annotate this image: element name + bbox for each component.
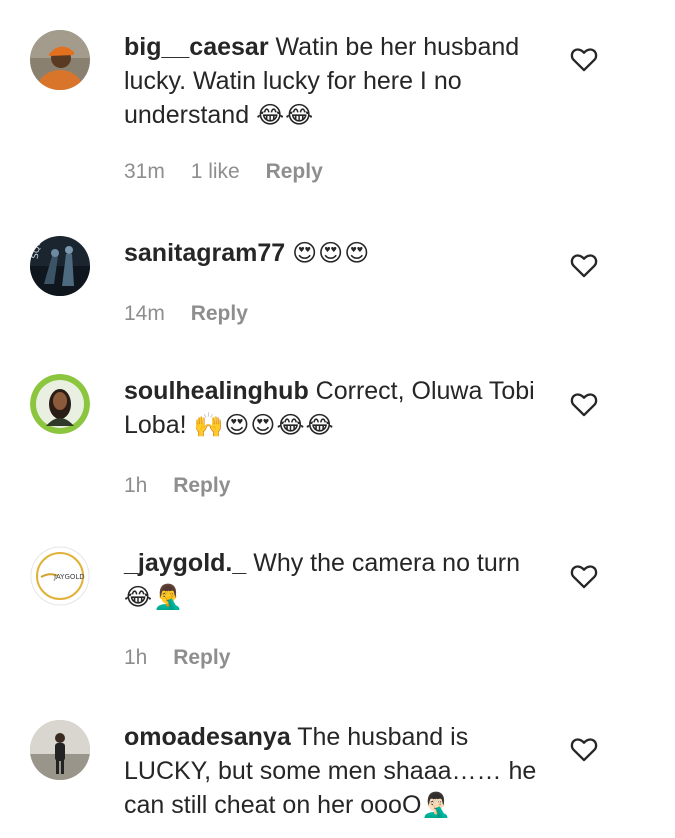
reply-button[interactable]: Reply bbox=[173, 646, 230, 669]
comment-time: 14m bbox=[124, 302, 165, 325]
comment-emoji: 😂😂 bbox=[256, 101, 315, 129]
comment-text: big__caesar Watin be her husband lucky. … bbox=[124, 30, 544, 132]
comment-meta: 14m Reply bbox=[124, 302, 268, 326]
comment-likes[interactable]: 1 like bbox=[191, 160, 240, 183]
comment-emoji: 🙌😍😍😂😂 bbox=[193, 411, 335, 439]
comment-username[interactable]: big__caesar bbox=[124, 33, 269, 61]
avatar[interactable] bbox=[30, 374, 90, 434]
avatar-person-standing-icon bbox=[30, 720, 90, 780]
reply-button[interactable]: Reply bbox=[173, 474, 230, 497]
avatar[interactable] bbox=[30, 30, 90, 90]
reply-button[interactable]: Reply bbox=[266, 160, 323, 183]
like-heart-icon[interactable] bbox=[570, 563, 598, 589]
comment-username[interactable]: _jaygold._ bbox=[124, 549, 246, 577]
comment-text: _jaygold._ Why the camera no turn 😂🤦‍♂️ bbox=[124, 546, 544, 614]
comment-text: soulhealinghub Correct, Oluwa Tobi Loba!… bbox=[124, 374, 544, 442]
comment-time: 1h bbox=[124, 646, 148, 669]
comment-time: 1h bbox=[124, 474, 148, 497]
avatar-person-orange-cap-icon bbox=[30, 30, 90, 90]
comment-emoji: 😂🤦‍♂️ bbox=[124, 583, 184, 611]
comment-time: 31m bbox=[124, 160, 165, 183]
like-heart-icon[interactable] bbox=[570, 736, 598, 762]
comment-meta: 1h Reply bbox=[124, 474, 250, 498]
comment-meta: 1h Reply bbox=[124, 646, 250, 670]
comment-username[interactable]: soulhealinghub bbox=[124, 377, 309, 405]
avatar-woman-green-ring-icon bbox=[30, 374, 90, 434]
avatar[interactable]: JAYGOLD bbox=[30, 546, 90, 606]
comment-username[interactable]: sanitagram77 bbox=[124, 239, 285, 267]
comment-text: omoadesanya The husband is LUCKY, but so… bbox=[124, 720, 544, 822]
comment-body: Why the camera no turn bbox=[253, 549, 521, 577]
avatar-jaygold-logo-icon: JAYGOLD bbox=[30, 546, 90, 606]
comment-text: sanitagram77 😍😍😍 bbox=[124, 236, 544, 270]
avatar[interactable] bbox=[30, 720, 90, 780]
comment-meta: 31m 1 like Reply bbox=[124, 160, 343, 184]
avatar[interactable]: SQUA bbox=[30, 236, 90, 296]
like-heart-icon[interactable] bbox=[570, 46, 598, 72]
comment-emoji: 🤦🏻‍♂️ bbox=[421, 791, 453, 819]
svg-text:JAYGOLD: JAYGOLD bbox=[53, 573, 85, 581]
comment-username[interactable]: omoadesanya bbox=[124, 723, 291, 751]
reply-button[interactable]: Reply bbox=[191, 302, 248, 325]
like-heart-icon[interactable] bbox=[570, 391, 598, 417]
like-heart-icon[interactable] bbox=[570, 252, 598, 278]
avatar-movie-poster-icon: SQUA bbox=[30, 236, 90, 296]
comment-emoji: 😍😍😍 bbox=[292, 239, 371, 267]
